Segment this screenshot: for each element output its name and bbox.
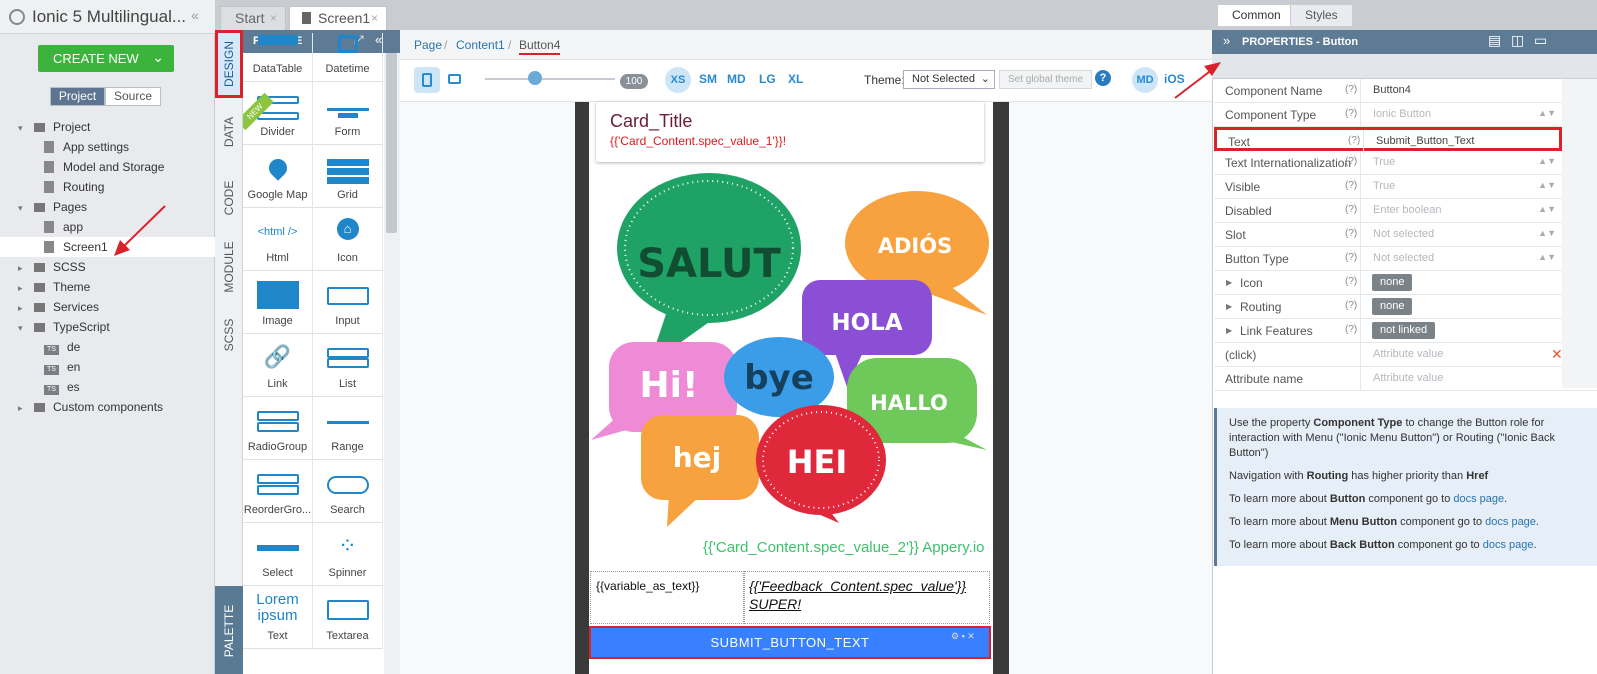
annotation-arrows — [114, 62, 1221, 256]
arrow-annotation — [1174, 68, 1214, 99]
arrow-annotation — [121, 205, 166, 249]
